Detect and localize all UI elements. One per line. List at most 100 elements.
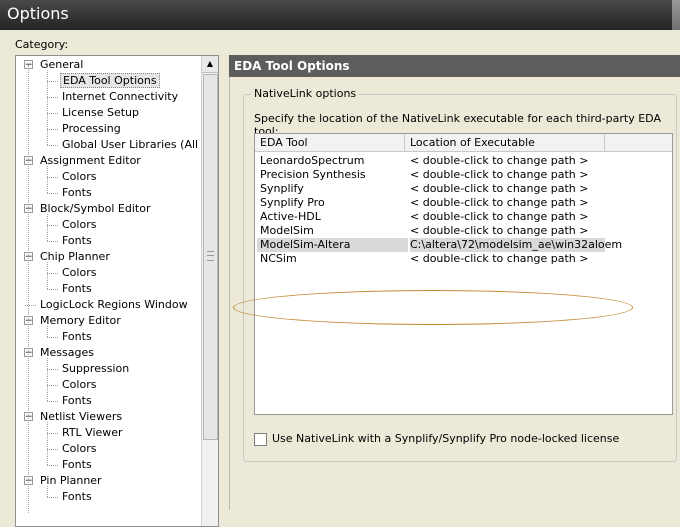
tree-connector-line bbox=[47, 241, 58, 242]
eda-tool-name: Precision Synthesis bbox=[260, 168, 366, 181]
tree-item-label: Suppression bbox=[62, 362, 130, 375]
eda-tool-location: < double-click to change path > bbox=[410, 196, 589, 209]
tree-subitem[interactable]: Fonts bbox=[47, 185, 94, 201]
tree-scrollbar[interactable]: ▲ bbox=[201, 56, 218, 526]
tree-item-label: Fonts bbox=[62, 282, 92, 295]
tree-subitem[interactable]: Fonts bbox=[47, 233, 94, 249]
nativelink-options-group: NativeLink options Specify the location … bbox=[233, 87, 677, 462]
tree-branch-connector-line bbox=[47, 422, 48, 465]
tree-item-label: Internet Connectivity bbox=[62, 90, 179, 103]
tree-connector-line bbox=[47, 433, 58, 434]
eda-tool-name: Active-HDL bbox=[260, 210, 321, 223]
tree-connector-line bbox=[47, 225, 58, 226]
tree-item-label: Block/Symbol Editor bbox=[40, 202, 151, 215]
tree-category-item[interactable]: − Chip Planner bbox=[24, 249, 112, 265]
category-tree[interactable]: − General EDA Tool Options Internet Connect… bbox=[15, 55, 219, 527]
tree-subitem[interactable]: License Setup bbox=[47, 105, 141, 121]
eda-tool-location: < double-click to change path > bbox=[410, 154, 589, 167]
tree-subitem[interactable]: Colors bbox=[47, 377, 98, 393]
tree-connector-line bbox=[47, 401, 58, 402]
tree-branch-connector-line bbox=[47, 326, 48, 337]
tree-subitem[interactable]: Fonts bbox=[47, 489, 94, 505]
tree-subitem[interactable]: EDA Tool Options bbox=[47, 73, 160, 89]
tree-category-item[interactable]: − Block/Symbol Editor bbox=[24, 201, 152, 217]
title-bar[interactable]: Options bbox=[0, 0, 680, 30]
tree-connector-line bbox=[47, 369, 58, 370]
eda-tool-location: < double-click to change path > bbox=[410, 182, 589, 195]
tree-item-label: Fonts bbox=[62, 330, 92, 343]
column-header-location[interactable]: Location of Executable bbox=[405, 134, 605, 151]
tree-category-item[interactable]: − Memory Editor bbox=[24, 313, 123, 329]
eda-tool-row[interactable]: NCSim < double-click to change path > bbox=[255, 252, 672, 266]
tree-item-label: Colors bbox=[62, 218, 97, 231]
eda-tool-name: ModelSim bbox=[260, 224, 314, 237]
scroll-up-arrow-icon[interactable]: ▲ bbox=[202, 56, 218, 73]
tree-item-label: Global User Libraries (All Proje bbox=[62, 138, 219, 151]
eda-tool-row[interactable]: ModelSim-Altera C:\altera\72\modelsim_ae\… bbox=[255, 238, 672, 252]
tree-subitem[interactable]: Fonts bbox=[47, 281, 94, 297]
tree-item-label: Fonts bbox=[62, 234, 92, 247]
tree-subitem[interactable]: Suppression bbox=[47, 361, 131, 377]
eda-tool-row[interactable]: ModelSim < double-click to change path > bbox=[255, 224, 672, 238]
tree-item-label: Assignment Editor bbox=[40, 154, 141, 167]
tree-branch-connector-line bbox=[47, 358, 48, 401]
tree-branch-connector-line bbox=[47, 166, 48, 193]
tree-item-label: EDA Tool Options bbox=[60, 73, 160, 88]
tree-item-label: Netlist Viewers bbox=[40, 410, 123, 423]
category-label: Category: bbox=[15, 38, 69, 51]
tree-subitem[interactable]: Colors bbox=[47, 169, 98, 185]
tree-subitem[interactable]: Global User Libraries (All Proje bbox=[47, 137, 219, 153]
tree-subitem[interactable]: Colors bbox=[47, 265, 98, 281]
tree-item-label: Colors bbox=[62, 378, 97, 391]
tree-item-label: Colors bbox=[62, 442, 97, 455]
tree-subitem[interactable]: Colors bbox=[47, 441, 98, 457]
column-header-eda-tool[interactable]: EDA Tool bbox=[255, 134, 405, 151]
tree-connector-line bbox=[47, 97, 58, 98]
tree-category-item[interactable]: − General bbox=[24, 57, 85, 73]
eda-tool-location: < double-click to change path > bbox=[410, 210, 589, 223]
tree-subitem[interactable]: Internet Connectivity bbox=[47, 89, 180, 105]
eda-tool-row[interactable]: Synplify < double-click to change path > bbox=[255, 182, 672, 196]
eda-tool-row[interactable]: LeonardoSpectrum < double-click to change… bbox=[255, 154, 672, 168]
tree-connector-line bbox=[47, 81, 58, 82]
eda-tool-name: LeonardoSpectrum bbox=[260, 154, 365, 167]
tree-item-label: Processing bbox=[62, 122, 121, 135]
scroll-thumb[interactable] bbox=[203, 74, 218, 440]
eda-tool-list[interactable]: EDA Tool Location of Executable Leonardo… bbox=[233, 133, 673, 415]
tree-item-label: Fonts bbox=[62, 394, 92, 407]
tree-category-item[interactable]: LogicLock Regions Window bbox=[25, 297, 190, 313]
eda-tool-row[interactable]: Precision Synthesis < double-click to cha… bbox=[255, 168, 672, 182]
tree-item-label: License Setup bbox=[62, 106, 139, 119]
tree-category-item[interactable]: − Assignment Editor bbox=[24, 153, 143, 169]
tree-subitem[interactable]: RTL Viewer bbox=[47, 425, 125, 441]
tree-connector-line bbox=[25, 305, 36, 306]
tree-category-item[interactable]: − Netlist Viewers bbox=[24, 409, 124, 425]
tree-connector-line bbox=[47, 465, 58, 466]
scroll-grip-icon bbox=[207, 251, 214, 261]
eda-tool-row[interactable]: Active-HDL < double-click to change path … bbox=[255, 210, 672, 224]
eda-tool-location: < double-click to change path > bbox=[410, 168, 589, 181]
nativelink-license-checkbox[interactable] bbox=[254, 433, 267, 446]
tree-item-label: Memory Editor bbox=[40, 314, 121, 327]
highlight-ellipse-annotation bbox=[233, 290, 633, 325]
tree-item-label: Chip Planner bbox=[40, 250, 110, 263]
tree-branch-connector-line bbox=[47, 486, 48, 497]
tree-connector-line bbox=[47, 145, 58, 146]
eda-tool-name: ModelSim-Altera bbox=[257, 238, 408, 252]
eda-tool-location: < double-click to change path > bbox=[410, 224, 589, 237]
tree-item-label: Fonts bbox=[62, 490, 92, 503]
tree-subitem[interactable]: Fonts bbox=[47, 457, 94, 473]
tree-connector-line bbox=[47, 129, 58, 130]
eda-tool-row[interactable]: Synplify Pro < double-click to change pat… bbox=[255, 196, 672, 210]
tree-subitem[interactable]: Colors bbox=[47, 217, 98, 233]
tree-connector-line bbox=[47, 337, 58, 338]
tree-connector-line bbox=[47, 177, 58, 178]
eda-tool-name: Synplify Pro bbox=[260, 196, 325, 209]
tree-branch-connector-line bbox=[47, 70, 48, 145]
tree-subitem[interactable]: Fonts bbox=[47, 393, 94, 409]
tree-subitem[interactable]: Fonts bbox=[47, 329, 94, 345]
panel-header: EDA Tool Options bbox=[229, 55, 680, 77]
tree-connector-line bbox=[47, 449, 58, 450]
eda-tool-location: C:\altera\72\modelsim_ae\win32aloem bbox=[410, 238, 623, 252]
tree-subitem[interactable]: Processing bbox=[47, 121, 123, 137]
